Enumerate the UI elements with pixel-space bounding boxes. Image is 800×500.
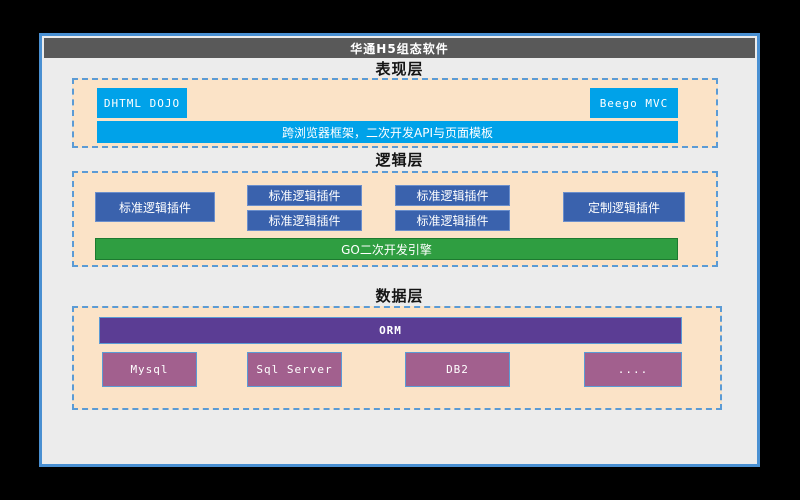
- node-standard-plugin-4: 标准逻辑插件: [395, 210, 510, 231]
- node-custom-plugin: 定制逻辑插件: [563, 192, 685, 222]
- node-cross-browser-framework-bar: 跨浏览器框架，二次开发API与页面模板: [97, 121, 678, 143]
- window-title: 华通H5组态软件: [350, 40, 448, 57]
- presentation-layer-label: 表现层: [42, 58, 757, 79]
- logic-layer-container: 标准逻辑插件 标准逻辑插件 标准逻辑插件 标准逻辑插件 标准逻辑插件 定制逻辑插…: [72, 171, 718, 267]
- app-window: 华通H5组态软件 表现层 DHTML DOJO Beego MVC 跨浏览器框架…: [39, 33, 760, 467]
- data-layer-container: ORM Mysql Sql Server DB2 ....: [72, 306, 722, 410]
- node-db-db2: DB2: [405, 352, 510, 387]
- window-titlebar: 华通H5组态软件: [44, 38, 755, 58]
- data-layer-label: 数据层: [42, 285, 757, 306]
- node-standard-plugin-2: 标准逻辑插件: [247, 210, 362, 231]
- node-orm-bar: ORM: [99, 317, 682, 344]
- node-db-sqlserver: Sql Server: [247, 352, 342, 387]
- node-dhtml-dojo: DHTML DOJO: [97, 88, 187, 118]
- node-go-engine-bar: GO二次开发引擎: [95, 238, 678, 260]
- logic-layer-label: 逻辑层: [42, 149, 757, 170]
- node-beego-mvc: Beego MVC: [590, 88, 678, 118]
- node-db-others: ....: [584, 352, 682, 387]
- presentation-layer-container: DHTML DOJO Beego MVC 跨浏览器框架，二次开发API与页面模板: [72, 78, 718, 148]
- node-standard-plugin-left: 标准逻辑插件: [95, 192, 215, 222]
- node-standard-plugin-3: 标准逻辑插件: [395, 185, 510, 206]
- node-standard-plugin-1: 标准逻辑插件: [247, 185, 362, 206]
- node-db-mysql: Mysql: [102, 352, 197, 387]
